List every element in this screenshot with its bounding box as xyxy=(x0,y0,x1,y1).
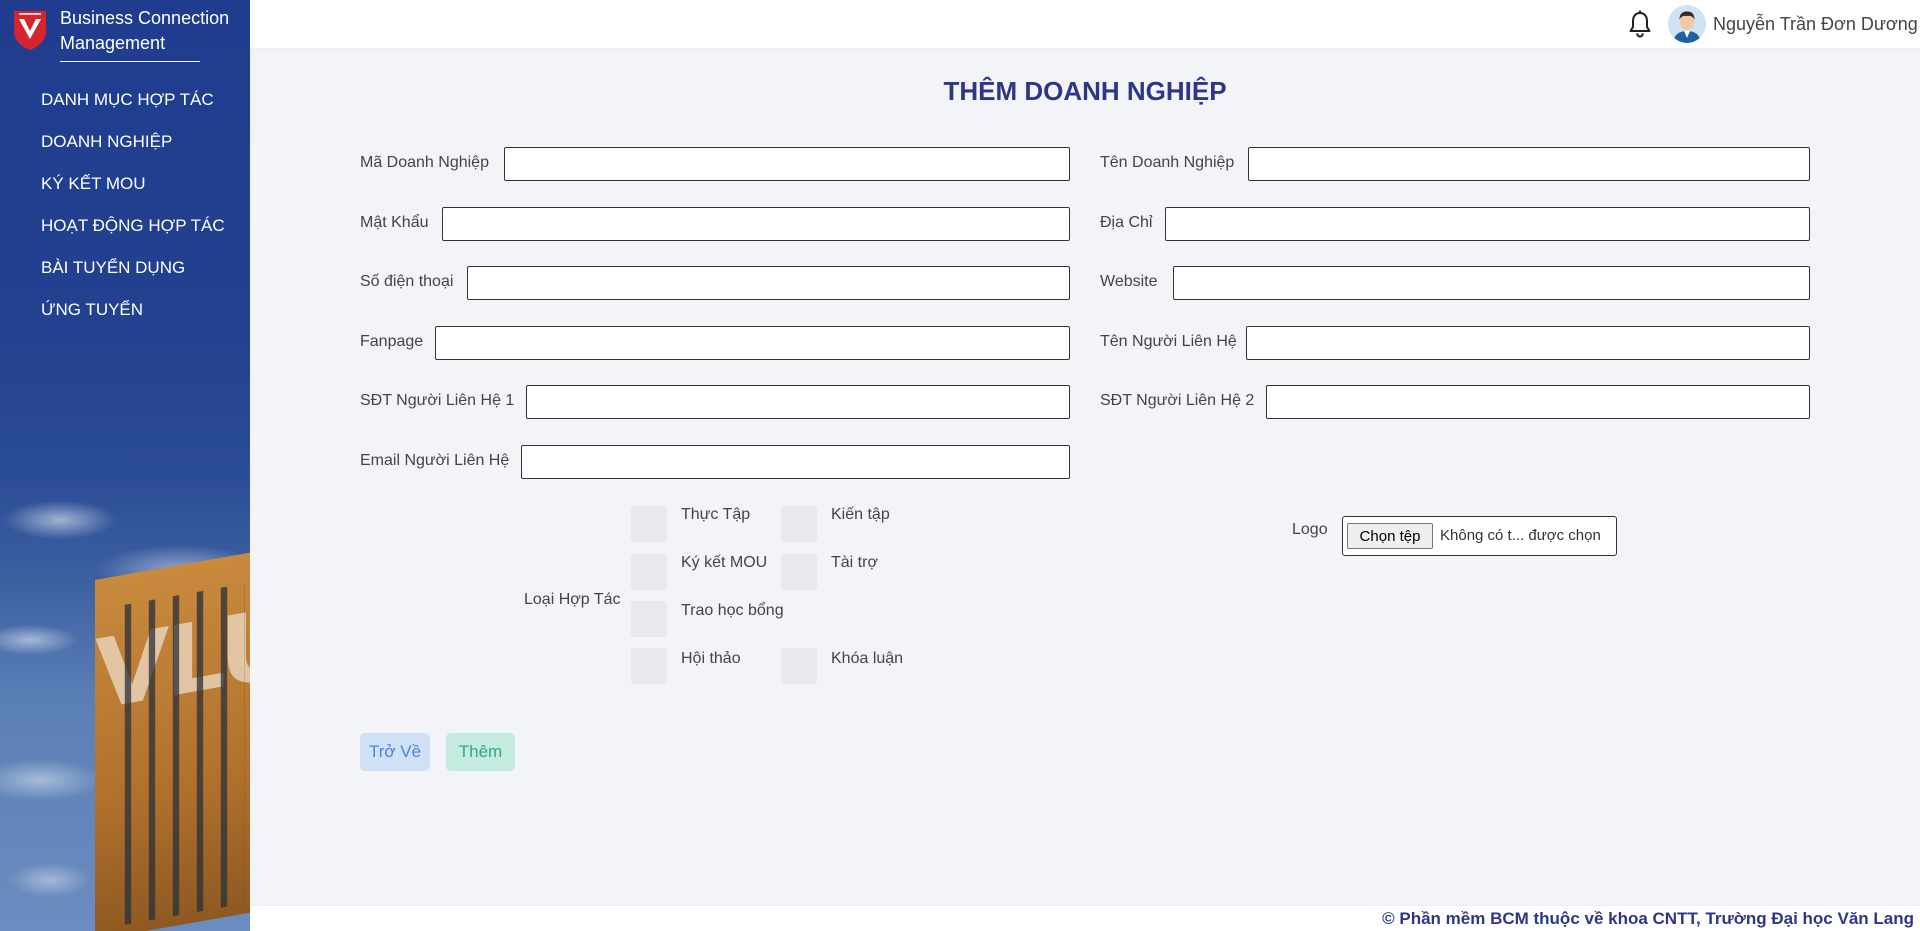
sdt-lien-he-1-label: SĐT Người Liên Hệ 1 xyxy=(360,392,515,409)
website-label: Website xyxy=(1100,273,1158,290)
sidebar-item-danh-muc-hop-tac[interactable]: DANH MỤC HỢP TÁC xyxy=(0,88,250,130)
email-lien-he-input[interactable] xyxy=(521,445,1070,479)
sidebar-nav: DANH MỤC HỢP TÁC DOANH NGHIỆP KÝ KẾT MOU… xyxy=(0,88,250,340)
ma-doanh-nghiep-input[interactable] xyxy=(504,147,1070,181)
sidebar-item-bai-tuyen-dung[interactable]: BÀI TUYỂN DỤNG xyxy=(0,256,250,298)
fanpage-input[interactable] xyxy=(435,326,1070,360)
user-avatar[interactable] xyxy=(1668,5,1706,43)
checkbox-hoi-thao[interactable] xyxy=(631,648,667,684)
dia-chi-input[interactable] xyxy=(1165,207,1810,241)
add-button[interactable]: Thêm xyxy=(446,733,515,771)
checkbox-label-khoa-luan: Khóa luận xyxy=(831,650,904,667)
so-dien-thoai-label: Số điện thoại xyxy=(360,273,454,290)
choose-file-button[interactable]: Chọn tệp xyxy=(1347,523,1433,549)
bell-icon[interactable] xyxy=(1627,10,1653,38)
email-lien-he-label: Email Người Liên Hệ xyxy=(360,452,510,469)
checkbox-thuc-tap[interactable] xyxy=(631,506,667,542)
mat-khau-input[interactable] xyxy=(442,207,1070,241)
checkbox-label-trao-hoc-bong: Trao học bổng xyxy=(681,602,784,619)
ten-doanh-nghiep-input[interactable] xyxy=(1248,147,1810,181)
sdt-lien-he-1-input[interactable] xyxy=(526,385,1070,419)
sidebar-item-doanh-nghiep[interactable]: DOANH NGHIỆP xyxy=(0,130,250,172)
app-title: Business Connection Management xyxy=(60,6,229,56)
ten-nguoi-lien-he-label: Tên Người Liên Hệ xyxy=(1100,333,1237,350)
app-title-line1: Business Connection xyxy=(60,8,230,28)
sdt-lien-he-2-label: SĐT Người Liên Hệ 2 xyxy=(1100,392,1255,409)
footer-copyright: © Phần mềm BCM thuộc về khoa CNTT, Trườn… xyxy=(1382,909,1914,928)
checkbox-label-hoi-thao: Hội thảo xyxy=(681,650,741,667)
file-status-text: Không có t... được chọn xyxy=(1440,527,1601,544)
top-bar: Nguyễn Trần Đơn Dương xyxy=(250,0,1920,49)
sidebar-item-ung-tuyen[interactable]: ỨNG TUYỂN xyxy=(0,298,250,340)
brand[interactable]: Business Connection Management xyxy=(0,0,250,64)
logo-file-input[interactable]: Chọn tệp Không có t... được chọn xyxy=(1342,516,1617,556)
checkbox-kien-tap[interactable] xyxy=(781,506,817,542)
checkbox-label-tai-tro: Tài trợ xyxy=(831,554,878,571)
logo-label: Logo xyxy=(1292,521,1328,538)
sidebar-item-hoat-dong-hop-tac[interactable]: HOẠT ĐỘNG HỢP TÁC xyxy=(0,214,250,256)
dia-chi-label: Địa Chỉ xyxy=(1100,214,1153,231)
vlu-logo-icon xyxy=(14,11,46,50)
checkbox-label-ky-ket-mou: Ký kết MOU xyxy=(681,554,768,571)
ma-doanh-nghiep-label: Mã Doanh Nghiệp xyxy=(360,154,489,171)
sdt-lien-he-2-input[interactable] xyxy=(1266,385,1810,419)
so-dien-thoai-input[interactable] xyxy=(467,266,1070,300)
website-input[interactable] xyxy=(1173,266,1810,300)
checkbox-khoa-luan[interactable] xyxy=(781,648,817,684)
ten-nguoi-lien-he-input[interactable] xyxy=(1246,326,1810,360)
mat-khau-label: Mật Khẩu xyxy=(360,214,429,231)
app-title-line2: Management xyxy=(60,33,166,53)
ten-doanh-nghiep-label: Tên Doanh Nghiệp xyxy=(1100,154,1235,171)
checkbox-ky-ket-mou[interactable] xyxy=(631,554,667,590)
loai-hop-tac-label: Loại Hợp Tác xyxy=(524,591,621,608)
sidebar-background-building: VLU xyxy=(95,551,250,931)
fanpage-label: Fanpage xyxy=(360,333,424,350)
checkbox-label-kien-tap: Kiến tập xyxy=(831,506,890,523)
footer: © Phần mềm BCM thuộc về khoa CNTT, Trườn… xyxy=(250,905,1920,931)
page-title: THÊM DOANH NGHIỆP xyxy=(943,76,1227,106)
sidebar-item-ky-ket-mou[interactable]: KÝ KẾT MOU xyxy=(0,172,250,214)
user-avatar-icon xyxy=(1668,5,1706,43)
back-button[interactable]: Trở Về xyxy=(360,733,430,771)
sidebar: VLU Business Connection Management DANH … xyxy=(0,0,250,931)
checkbox-trao-hoc-bong[interactable] xyxy=(631,601,667,637)
checkbox-label-thuc-tap: Thực Tập xyxy=(681,506,751,523)
username[interactable]: Nguyễn Trần Đơn Dương xyxy=(1713,14,1918,35)
brand-divider xyxy=(60,61,200,62)
checkbox-tai-tro[interactable] xyxy=(781,554,817,590)
